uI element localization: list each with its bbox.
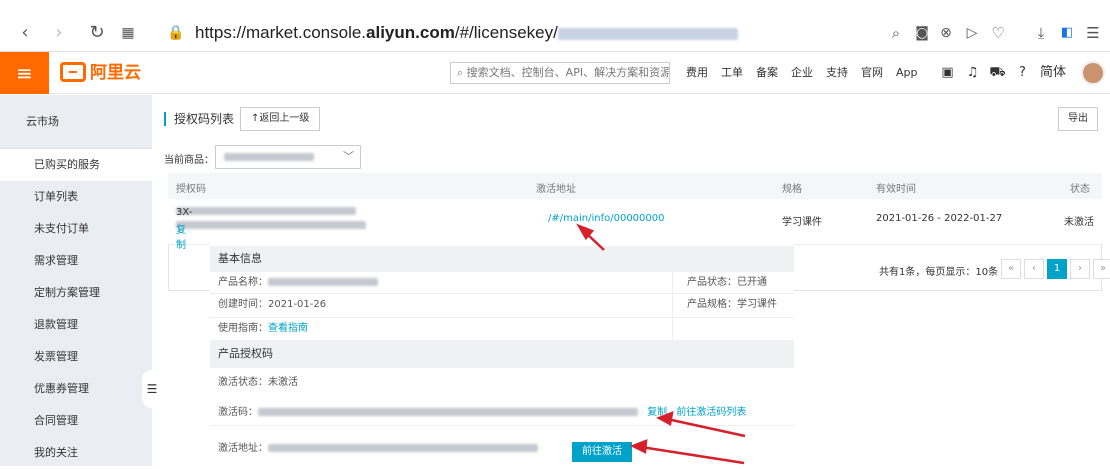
product-select[interactable]: ﹀ [215,145,361,169]
sidebar: 云市场 已购买的服务 订单列表 未支付订单 需求管理 定制方案管理 退款管理 发… [0,95,152,466]
col-activation-address: 激活地址 [536,184,576,195]
col-valid-time: 有效时间 [876,184,916,195]
menu-icon[interactable]: ☰ [1082,22,1104,44]
valid-time-value: 2021-01-26 - 2022-01-27 [876,213,1003,224]
goto-code-list-link[interactable]: 前往激活码列表 [676,407,746,418]
cart-icon[interactable]: ⛟ [985,62,1010,84]
search-input[interactable]: ⌕ 搜索文档、控制台、API、解决方案和资源 [450,62,670,84]
table-header: 授权码 激活地址 规格 有效时间 状态 [168,173,1102,199]
page-prev-button[interactable]: ‹ [1024,259,1044,279]
copy-code-link[interactable]: 复制 [647,407,667,418]
sidebar-item-purchased-services[interactable]: 已购买的服务 [0,149,152,181]
page-last-button[interactable]: » [1093,259,1110,279]
product-spec: 产品规格：学习课件 [672,294,777,317]
camera-icon[interactable]: ◙ [911,22,933,44]
sidebar-collapse-toggle[interactable]: ☰ [142,370,162,408]
nav-link-app[interactable]: App [896,62,918,84]
col-spec: 规格 [782,184,802,195]
reload-icon[interactable]: ↻ [86,22,108,44]
activation-link[interactable]: /#/main/info/00000000 [548,213,665,224]
heart-icon[interactable]: ♡ [987,22,1009,44]
sidebar-item-unpaid-orders[interactable]: 未支付订单 [0,213,152,245]
bell-icon[interactable]: ♫ [960,62,985,84]
sidebar-item-coupons[interactable]: 优惠券管理 [0,373,152,405]
terminal-icon[interactable]: ▣ [935,62,960,84]
forward-icon[interactable]: › [48,22,70,44]
toggle-icon[interactable]: ◧ [1056,22,1078,44]
back-icon[interactable]: ‹ [14,22,36,44]
activation-code-row: 激活码： 复制 前往激活码列表 [210,400,794,426]
top-nav-links: 费用 工单 备案 企业 支持 官网 App [686,62,931,84]
basic-info-title: 基本信息 [210,246,794,272]
language-switch[interactable]: 简体 [1035,62,1071,84]
lock-icon: 🔒 [167,25,185,41]
detail-row-create-time: 创建时间：2021-01-26 产品规格：学习课件 [210,294,794,318]
license-section-title: 产品授权码 [210,340,794,368]
export-button[interactable]: 导出 [1058,107,1098,131]
sidebar-item-favorites[interactable]: 我的关注 [0,437,152,469]
sidebar-item-demand[interactable]: 需求管理 [0,245,152,277]
help-icon[interactable]: ? [1010,62,1035,84]
sidebar-title: 云市场 [0,95,152,149]
product-label: 当前商品： [164,155,214,166]
console-top-nav: ≡ 阿里云 ⌕ 搜索文档、控制台、API、解决方案和资源 费用 工单 备案 企业… [0,52,1110,94]
sidebar-item-orders[interactable]: 订单列表 [0,181,152,213]
nav-link-support[interactable]: 支持 [826,62,848,84]
close-circle-icon[interactable]: ⊗ [935,22,957,44]
detail-panel: 基本信息 产品名称： 产品状态：已开通 创建时间：2021-01-26 产品规格… [210,240,794,466]
pagination-summary: 共有1条，每页显示：10条 [879,267,999,278]
spec-value: 学习课件 [782,217,822,228]
hamburger-menu-button[interactable]: ≡ [0,52,49,94]
detail-row-guide-empty [672,318,687,341]
sidebar-item-refunds[interactable]: 退款管理 [0,309,152,341]
apps-grid-icon[interactable]: ▦ [117,22,139,44]
search-icon[interactable]: ⌕ [885,22,907,44]
back-button[interactable]: ↑返回上一级 [240,107,321,131]
top-nav-icons: ▣ ♫ ⛟ ? 简体 [935,62,1071,84]
guide-link[interactable]: 查看指南 [268,323,308,334]
activation-status: 激活状态：未激活 [218,377,298,388]
table-row[interactable]: 3X- 复制 /#/main/info/00000000 学习课件 2021-0… [168,199,1102,251]
address-bar[interactable]: https://market.console.aliyun.com/#/lice… [195,22,738,44]
aliyun-logo[interactable]: 阿里云 [60,60,141,86]
nav-link-enterprise[interactable]: 企业 [791,62,813,84]
chevron-down-icon: ﹀ [343,150,354,163]
nav-link-fee[interactable]: 费用 [686,62,708,84]
nav-link-beian[interactable]: 备案 [756,62,778,84]
detail-row-product-name: 产品名称： 产品状态：已开通 [210,272,794,294]
download-icon[interactable]: ⤓ [1030,22,1052,44]
col-code: 授权码 [176,184,206,195]
search-icon: ⌕ [457,66,467,79]
page-first-button[interactable]: « [1001,259,1021,279]
activation-address-row: 激活地址： [210,436,794,462]
detail-row-guide: 使用指南：查看指南 [210,318,794,342]
send-icon[interactable]: ▷ [961,22,983,44]
nav-link-official[interactable]: 官网 [861,62,883,84]
sidebar-item-custom-plans[interactable]: 定制方案管理 [0,277,152,309]
page-1-button[interactable]: 1 [1047,259,1067,279]
avatar[interactable] [1081,61,1105,85]
browser-toolbar: ‹ › ↻ ▦ 🔒 https://market.console.aliyun.… [0,0,1110,52]
page-title: 授权码列表 [164,112,234,126]
sidebar-item-invoices[interactable]: 发票管理 [0,341,152,373]
nav-link-ticket[interactable]: 工单 [721,62,743,84]
sidebar-item-contracts[interactable]: 合同管理 [0,405,152,437]
col-status: 状态 [1070,184,1090,195]
activate-button[interactable]: 前往激活 [572,442,632,462]
product-status: 产品状态：已开通 [672,272,767,293]
status-badge: 未激活 [1064,217,1094,228]
page-next-button[interactable]: › [1070,259,1090,279]
